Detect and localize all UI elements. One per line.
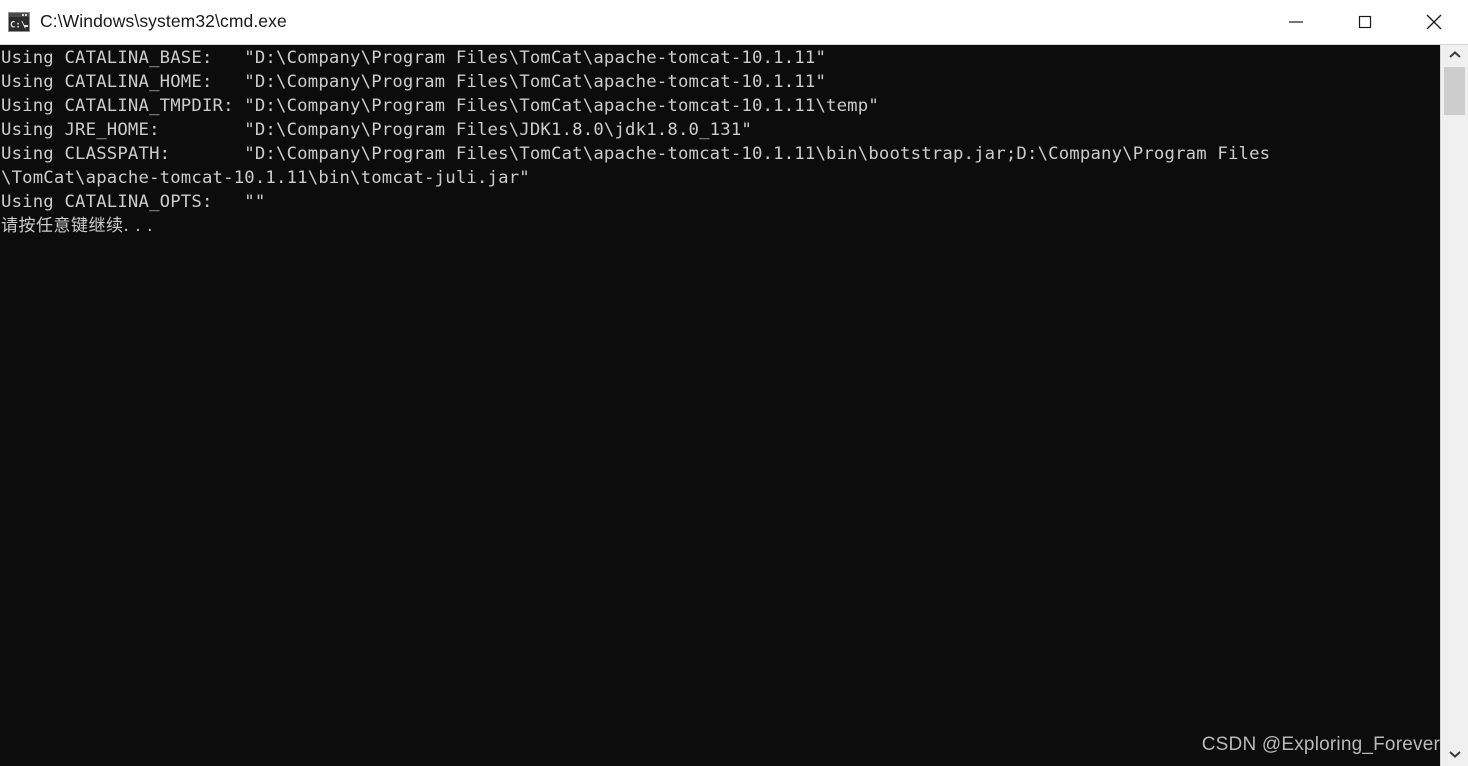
terminal-line: 请按任意键继续. . . <box>1 216 154 236</box>
terminal-line: Using CATALINA_BASE: "D:\Company\Program… <box>1 48 827 68</box>
terminal-line: Using JRE_HOME: "D:\Company\Program File… <box>1 120 752 140</box>
cmd-console-icon: C:\ <box>8 12 30 32</box>
close-icon <box>1422 10 1446 34</box>
scroll-down-button[interactable] <box>1441 744 1468 766</box>
window-controls <box>1261 0 1468 45</box>
chevron-down-icon <box>1448 746 1462 764</box>
terminal-line: Using CATALINA_HOME: "D:\Company\Program… <box>1 72 827 92</box>
svg-text:C:\: C:\ <box>10 21 26 31</box>
minimize-icon <box>1285 11 1307 33</box>
cmd-window: C:\ C:\Windows\system32\cmd.exe Using CA… <box>0 0 1468 766</box>
terminal-output[interactable]: Using CATALINA_BASE: "D:\Company\Program… <box>0 45 1440 766</box>
minimize-button[interactable] <box>1261 0 1330 45</box>
window-title: C:\Windows\system32\cmd.exe <box>40 10 287 31</box>
console-area: Using CATALINA_BASE: "D:\Company\Program… <box>0 45 1468 766</box>
close-button[interactable] <box>1399 0 1468 45</box>
csdn-watermark: CSDN @Exploring_Forever <box>1201 734 1440 755</box>
scroll-up-button[interactable] <box>1441 45 1468 67</box>
terminal-line-list: Using CATALINA_BASE: "D:\Company\Program… <box>0 45 1440 238</box>
scrollbar-track[interactable] <box>1441 67 1468 744</box>
scrollbar-thumb[interactable] <box>1444 67 1465 115</box>
vertical-scrollbar[interactable] <box>1440 45 1468 766</box>
terminal-line: \TomCat\apache-tomcat-10.1.11\bin\tomcat… <box>1 168 530 188</box>
terminal-line: Using CATALINA_OPTS: "" <box>1 192 266 212</box>
terminal-line: Using CATALINA_TMPDIR: "D:\Company\Progr… <box>1 96 879 116</box>
terminal-line: Using CLASSPATH: "D:\Company\Program Fil… <box>1 144 1271 164</box>
title-bar[interactable]: C:\ C:\Windows\system32\cmd.exe <box>0 0 1468 45</box>
maximize-icon <box>1354 11 1376 33</box>
chevron-up-icon <box>1448 47 1462 65</box>
maximize-button[interactable] <box>1330 0 1399 45</box>
